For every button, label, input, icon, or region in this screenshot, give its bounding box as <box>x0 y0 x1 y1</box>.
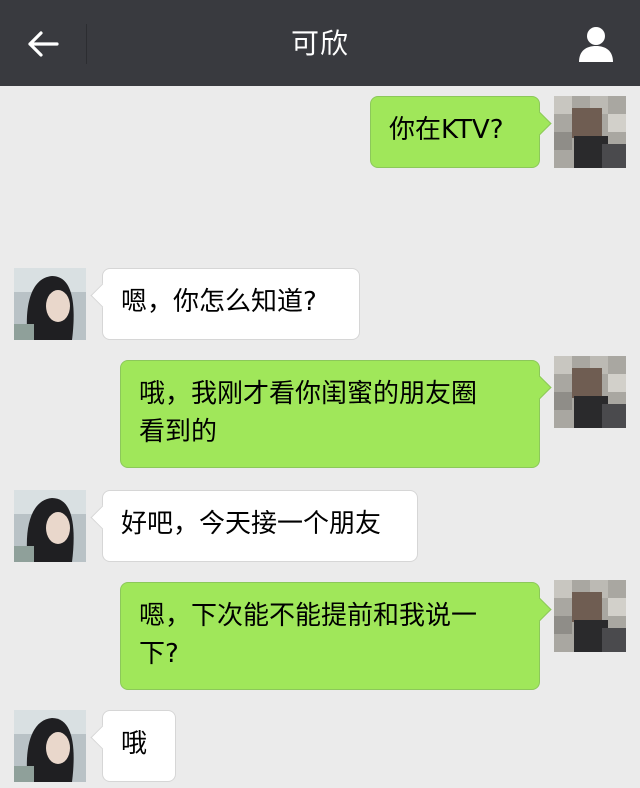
person-icon <box>579 27 613 62</box>
my-avatar[interactable] <box>554 96 626 168</box>
contact-avatar[interactable] <box>14 710 86 782</box>
message-bubble-sent[interactable]: 哦，我刚才看你闺蜜的朋友圈 看到的 <box>120 360 540 468</box>
contact-avatar[interactable] <box>14 268 86 340</box>
my-avatar[interactable] <box>554 356 626 428</box>
message-bubble-sent[interactable]: 你在KTV? <box>370 96 540 168</box>
chat-title: 可欣 <box>290 27 349 60</box>
message-bubble-sent[interactable]: 嗯，下次能不能提前和我说一 下? <box>120 582 540 690</box>
message-bubble-received[interactable]: 嗯，你怎么知道? <box>102 268 360 340</box>
message-bubble-received[interactable]: 哦 <box>102 710 176 782</box>
my-avatar[interactable] <box>554 580 626 652</box>
profile-button[interactable] <box>574 22 618 66</box>
message-bubble-received[interactable]: 好吧，今天接一个朋友 <box>102 490 418 562</box>
top-bar: 可欣 <box>0 0 640 86</box>
contact-avatar[interactable] <box>14 490 86 562</box>
